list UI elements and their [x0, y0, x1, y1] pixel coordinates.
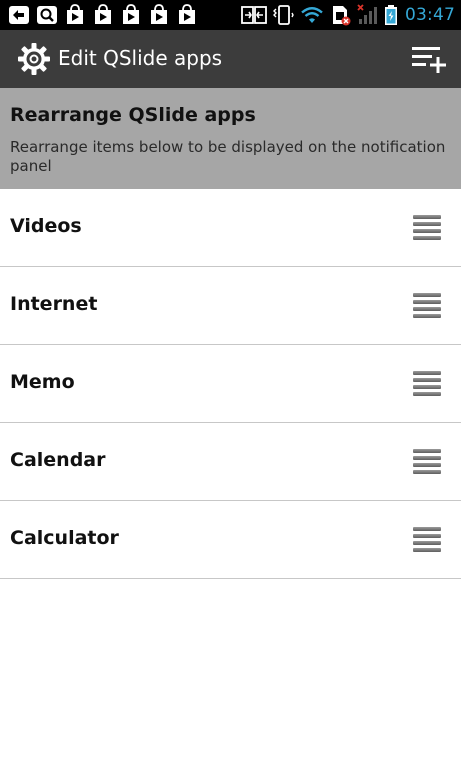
- screen-mirror-icon: [241, 6, 267, 24]
- list-item-internet[interactable]: Internet: [0, 267, 461, 345]
- list-item-videos[interactable]: Videos: [0, 189, 461, 267]
- action-bar: Edit QSlide apps: [0, 30, 461, 88]
- list-item-memo[interactable]: Memo: [0, 345, 461, 423]
- page-title: Edit QSlide apps: [58, 46, 223, 70]
- list-item-calculator[interactable]: Calculator: [0, 501, 461, 579]
- list-item-label: Internet: [10, 293, 98, 315]
- back-arrow-icon: [9, 6, 29, 24]
- play-store-icon: [151, 4, 167, 24]
- play-store-icon: [95, 4, 111, 24]
- drag-handle-icon[interactable]: [413, 449, 441, 475]
- drag-handle-icon[interactable]: [413, 293, 441, 319]
- battery-charging-icon: [385, 5, 397, 25]
- search-icon: [37, 6, 57, 24]
- list-item-label: Videos: [10, 215, 82, 237]
- status-bar: 03:47: [0, 0, 461, 30]
- clock-time: 03:47: [405, 5, 455, 25]
- play-store-icon: [67, 4, 83, 24]
- play-store-icon: [179, 4, 195, 24]
- section-title: Rearrange QSlide apps: [10, 104, 256, 126]
- vibrate-icon: [273, 5, 294, 25]
- wifi-icon: [301, 7, 323, 23]
- qslide-app-list: Videos Internet Memo Calendar Calculator: [0, 189, 461, 579]
- screen: 03:47 Edit QSlide apps Rearrange QSlide …: [0, 0, 461, 768]
- drag-handle-icon[interactable]: [413, 371, 441, 397]
- list-item-calendar[interactable]: Calendar: [0, 423, 461, 501]
- drag-handle-icon[interactable]: [413, 215, 441, 241]
- signal-icon: [357, 4, 377, 24]
- gear-icon[interactable]: [16, 41, 52, 77]
- add-list-icon[interactable]: [411, 44, 447, 74]
- play-store-icon: [123, 4, 139, 24]
- section-description: Rearrange items below to be displayed on…: [10, 138, 446, 175]
- list-item-label: Memo: [10, 371, 75, 393]
- list-item-label: Calculator: [10, 527, 119, 549]
- drag-handle-icon[interactable]: [413, 527, 441, 553]
- section-header: Rearrange QSlide apps Rearrange items be…: [0, 88, 461, 189]
- no-sim-icon: [333, 6, 351, 26]
- list-item-label: Calendar: [10, 449, 106, 471]
- notification-icons: [8, 4, 198, 26]
- system-status-icons: 03:47: [241, 0, 461, 30]
